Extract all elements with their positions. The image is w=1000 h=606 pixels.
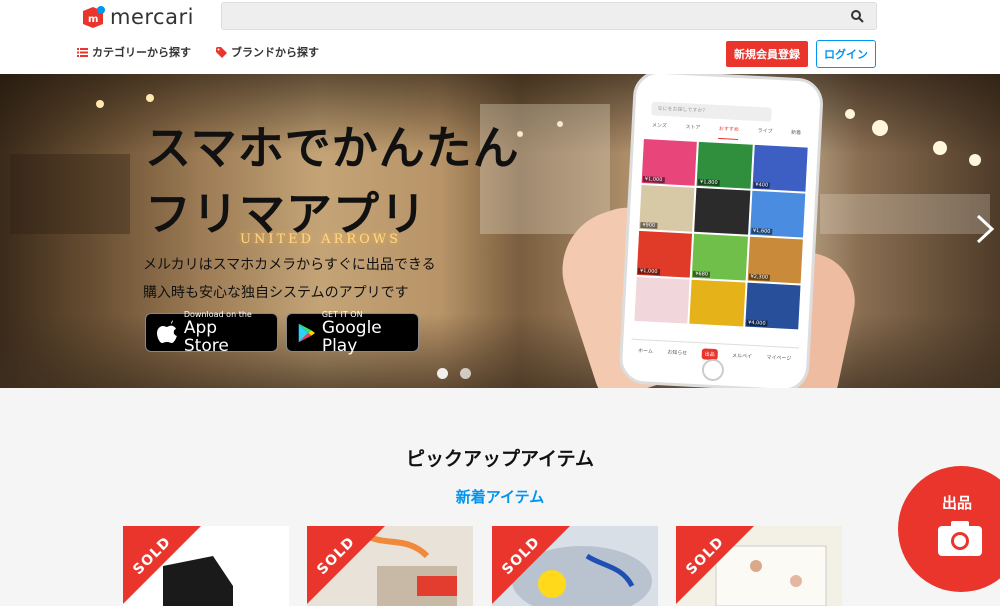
phone-search: なにをお探しですか？	[651, 101, 772, 121]
phone-item: ¥1,800	[697, 142, 753, 189]
phone-item: ¥1,000	[642, 139, 698, 186]
phone-item-price: ¥1,800	[698, 179, 720, 186]
hero-title-line2: フリマアプリ	[145, 178, 427, 244]
signup-button[interactable]: 新規会員登録	[726, 41, 808, 67]
item-card[interactable]: SOLD	[123, 526, 289, 606]
nav-brand-link[interactable]: ブランドから探す	[216, 44, 319, 60]
mercari-logo[interactable]: m mercari	[80, 4, 194, 30]
search-icon[interactable]	[850, 9, 864, 23]
phone-tab-active: おすすめ	[718, 125, 739, 140]
nav-brand-label: ブランドから探す	[231, 44, 319, 60]
item-card[interactable]: SOLD	[676, 526, 842, 606]
phone-item-price: ¥4,000	[746, 320, 768, 327]
phone-item-price: ¥900	[640, 222, 657, 229]
tag-icon	[216, 47, 227, 58]
header: m mercari カテゴリーから探す ブランドから探す 新規会員登録 ログイン	[0, 0, 1000, 74]
login-button[interactable]: ログイン	[816, 40, 876, 68]
phone-item: ¥4,000	[745, 283, 801, 330]
new-items-link[interactable]: 新着アイテム	[0, 486, 1000, 507]
sell-button-label: 出品	[898, 492, 1000, 513]
nav-category-label: カテゴリーから探す	[92, 44, 191, 60]
phone-item-grid: ¥1,000 ¥1,800 ¥400 ¥900 ¥1,600 ¥1,000 ¥6…	[634, 139, 807, 329]
google-play-icon	[297, 321, 316, 345]
phone-item-price: ¥1,000	[638, 268, 660, 275]
carousel-dot-1[interactable]	[437, 368, 448, 379]
phone-item-price: ¥2,300	[748, 274, 770, 281]
phone-item: ¥400	[752, 145, 808, 192]
apple-icon	[156, 320, 178, 346]
phone-item: ¥1,600	[750, 191, 806, 238]
phone-item-price: ¥680	[693, 271, 710, 278]
search-input[interactable]	[221, 2, 877, 30]
phone-item-price: ¥1,000	[643, 176, 665, 183]
phone-home-button	[701, 358, 724, 381]
list-icon	[77, 48, 88, 57]
phone-tab: 新着	[791, 129, 802, 144]
phone-item	[634, 277, 690, 324]
hero-subtitle-line1: メルカリはスマホカメラからすぐに出品できる	[143, 254, 436, 274]
carousel-dot-2[interactable]	[460, 368, 471, 379]
phone-item: ¥900	[639, 185, 695, 232]
phone-screen: なにをお探しですか？ メンズ ストア おすすめ ライブ 新着 ¥1,000 ¥1…	[630, 91, 812, 369]
phone-nav-item: お知らせ	[667, 349, 687, 357]
phone-item-price: ¥400	[753, 182, 770, 189]
phone-item-price: ¥1,600	[751, 228, 773, 235]
phone-tab: ライブ	[757, 127, 773, 142]
google-play-button[interactable]: GET IT ON Google Play	[286, 313, 419, 352]
mercari-logo-icon: m	[80, 4, 106, 30]
logo-text: mercari	[110, 5, 194, 29]
hero-subtitle-line2: 購入時も安心な独自システムのアプリです	[143, 282, 409, 302]
nav-category-link[interactable]: カテゴリーから探す	[77, 44, 191, 60]
item-card[interactable]: SOLD	[492, 526, 658, 606]
pickup-title: ピックアップアイテム	[0, 444, 1000, 471]
phone-item: ¥1,000	[637, 231, 693, 278]
app-store-big-text: App Store	[184, 319, 267, 355]
item-card[interactable]: SOLD	[307, 526, 473, 606]
phone-item	[694, 188, 750, 235]
phone-item: ¥2,300	[747, 237, 803, 284]
phone-mockup: なにをお探しですか？ メンズ ストア おすすめ ライブ 新着 ¥1,000 ¥1…	[618, 74, 824, 388]
svg-text:m: m	[88, 14, 98, 25]
sell-button[interactable]: 出品	[898, 466, 1000, 592]
hero-title-line1: スマホでかんたん	[145, 112, 520, 178]
google-play-big-text: Google Play	[322, 319, 408, 355]
hero-banner[interactable]: UNITED ARROWS なにをお探しですか？ メンズ ストア おすすめ ライ…	[0, 74, 1000, 388]
phone-nav-item: ホーム	[638, 347, 653, 355]
camera-icon	[936, 518, 984, 558]
phone-item	[690, 280, 746, 327]
phone-item: ¥680	[692, 234, 748, 281]
app-store-button[interactable]: Download on the App Store	[145, 313, 278, 352]
phone-nav-item: メルペイ	[732, 352, 752, 360]
phone-nav-item: マイページ	[766, 354, 791, 362]
phone-tab: ストア	[685, 123, 701, 138]
phone-tab: メンズ	[651, 121, 667, 136]
chevron-right-icon[interactable]	[974, 214, 996, 244]
